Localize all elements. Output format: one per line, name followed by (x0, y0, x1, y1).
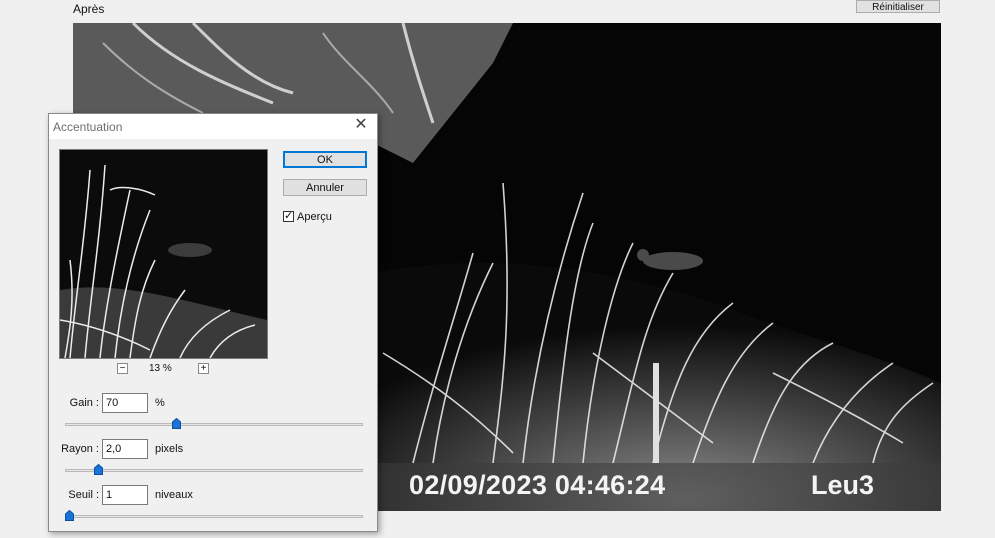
gain-slider[interactable] (65, 423, 363, 426)
preview-checkbox[interactable]: ✓ (283, 211, 294, 222)
gain-input[interactable]: 70 (102, 393, 148, 413)
radius-unit: pixels (155, 443, 184, 455)
gain-unit: % (155, 397, 165, 409)
reset-button[interactable]: Réinitialiser (856, 0, 940, 13)
filter-preview[interactable] (59, 149, 268, 359)
zoom-in-button[interactable]: + (198, 363, 209, 374)
cancel-button[interactable]: Annuler (283, 179, 367, 196)
close-icon[interactable]: ✕ (353, 117, 369, 133)
threshold-slider[interactable] (65, 515, 363, 518)
after-label: Après (73, 2, 105, 16)
threshold-label: Seuil : (68, 489, 99, 501)
threshold-unit: niveaux (155, 489, 193, 501)
preview-scene (60, 150, 267, 358)
zoom-out-button[interactable]: − (117, 363, 128, 374)
gain-label: Gain : (69, 397, 99, 409)
gain-slider-thumb[interactable] (171, 418, 181, 429)
checkmark-icon: ✓ (284, 210, 294, 222)
radius-label: Rayon : (61, 443, 99, 455)
dialog-title: Accentuation (53, 120, 123, 134)
threshold-input[interactable]: 1 (102, 485, 148, 505)
radius-input[interactable]: 2,0 (102, 439, 148, 459)
dialog-titlebar[interactable]: Accentuation ✕ (49, 114, 377, 139)
radius-slider-thumb[interactable] (93, 464, 103, 475)
camera-name: Leu3 (811, 470, 875, 500)
zoom-level: 13 % (149, 363, 172, 374)
unsharp-mask-dialog: Accentuation ✕ − 13 % + OK Annuler ✓ Ape… (48, 113, 378, 532)
radius-slider[interactable] (65, 469, 363, 472)
preview-checkbox-label: Aperçu (297, 211, 332, 223)
photo-timestamp: 02/09/2023 04:46:24 (409, 470, 666, 500)
threshold-slider-thumb[interactable] (65, 510, 74, 521)
ok-button[interactable]: OK (283, 151, 367, 168)
